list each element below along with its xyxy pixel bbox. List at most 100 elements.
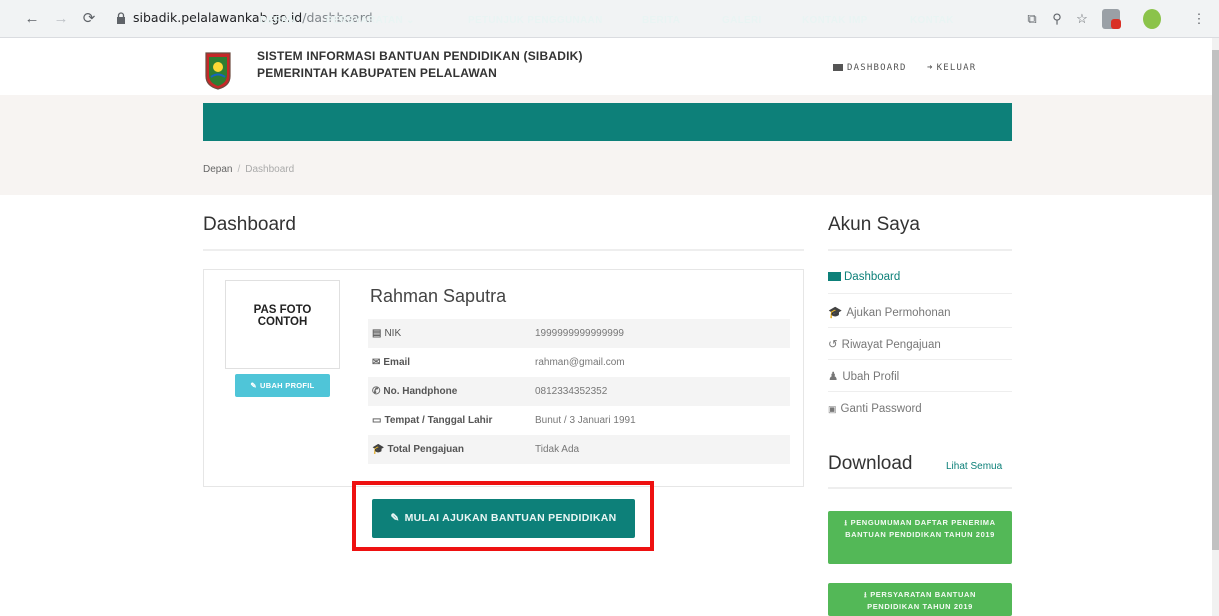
profile-info-table: ▤ NIK 1999999999999999 ✉ Email rahman@gmai… — [368, 319, 790, 464]
see-all-link[interactable]: Lihat Semua — [946, 461, 1002, 472]
nik-value: 1999999999999999 — [535, 328, 624, 339]
site-title-line2: PEMERINTAH KABUPATEN PELALAWAN — [257, 66, 497, 80]
lock-icon: ▣ — [828, 404, 837, 414]
edit-profile-label: UBAH PROFIL — [260, 381, 315, 390]
divider — [828, 391, 1012, 392]
download-icon: ⭳ — [844, 518, 848, 527]
breadcrumb-current: Dashboard — [245, 164, 295, 175]
graduation-cap-icon: 🎓 — [828, 307, 843, 319]
download-title: Download — [828, 453, 913, 474]
start-application-button[interactable]: ✎ MULAI AJUKAN BANTUAN PENDIDIKAN — [372, 499, 635, 538]
divider — [828, 249, 1012, 251]
table-row: ▭ Tempat / Tanggal Lahir Bunut / 3 Januar… — [368, 406, 790, 435]
row-label: 🎓 Total Pengajuan — [372, 444, 464, 455]
table-row: ✉ Email rahman@gmail.com — [368, 348, 790, 377]
divider — [203, 249, 804, 251]
sidebar-item-label: Ganti Password — [840, 403, 922, 415]
menu-item-petunjuk[interactable]: PETUNJUK PENGGUNAAN — [468, 15, 603, 26]
email-label: Email — [383, 357, 411, 368]
profile-photo: PAS FOTO CONTOH — [225, 280, 340, 369]
dashboard-card-icon — [828, 272, 841, 281]
phone-label: No. Handphone — [383, 386, 458, 397]
site-title-line1: SISTEM INFORMASI BANTUAN PENDIDIKAN (SIB… — [257, 49, 583, 63]
pencil-icon: ✎ — [250, 381, 258, 390]
header-dashboard-link[interactable]: DASHBOARD — [833, 63, 907, 73]
table-row: ▤ NIK 1999999999999999 — [368, 319, 790, 348]
download-announcement-button[interactable]: ⭳ PENGUMUMAN DAFTAR PENERIMA BANTUAN PEND… — [828, 511, 1012, 564]
phone-icon: ✆ — [372, 386, 381, 397]
download-label: PERSYARATAN BANTUAN PENDIDIKAN TAHUN 201… — [867, 590, 977, 611]
envelope-icon: ✉ — [372, 357, 381, 368]
user-icon: ♟ — [828, 371, 839, 383]
profile-extension-icon[interactable] — [1143, 9, 1161, 29]
calendar-icon: ▭ — [372, 415, 382, 426]
breadcrumb: Depan / Dashboard — [203, 164, 294, 175]
history-icon: ↺ — [828, 339, 838, 351]
menu-item-kontak-imp[interactable]: KONTAK IMP — [802, 15, 868, 26]
sidebar-item-label: Riwayat Pengajuan — [841, 339, 941, 351]
forward-icon[interactable]: → — [51, 9, 71, 29]
breadcrumb-home[interactable]: Depan — [203, 164, 232, 175]
menu-item-berita[interactable]: BERITA — [642, 15, 680, 26]
phone-value: 0812334352352 — [535, 386, 608, 397]
download-label: PENGUMUMAN DAFTAR PENERIMA BANTUAN PENDI… — [845, 518, 996, 539]
site-title: SISTEM INFORMASI BANTUAN PENDIDIKAN (SIB… — [257, 48, 583, 82]
menu-dots-icon[interactable]: ⋮ — [1190, 10, 1208, 28]
email-value: rahman@gmail.com — [535, 357, 625, 368]
row-label: ▭ Tempat / Tanggal Lahir — [372, 415, 492, 426]
header-dashboard-label: DASHBOARD — [847, 63, 907, 73]
divider — [828, 293, 1012, 294]
breadcrumb-separator: / — [237, 164, 241, 175]
graduation-cap-icon: 🎓 — [372, 444, 385, 455]
edit-square-icon: ✎ — [390, 512, 400, 524]
start-application-label: MULAI AJUKAN BANTUAN PENDIDIKAN — [404, 512, 617, 524]
table-row: ✆ No. Handphone 0812334352352 — [368, 377, 790, 406]
row-label: ✉ Email — [372, 357, 410, 368]
profile-photo-text: PAS FOTO CONTOH — [253, 304, 312, 328]
menu-item-kontak[interactable]: KONTAK — [910, 15, 954, 26]
row-label: ▤ NIK — [372, 328, 401, 339]
id-card-icon: ▤ — [372, 328, 382, 339]
sidebar-item-edit-profile[interactable]: ♟ Ubah Profil — [828, 369, 899, 383]
menu-item-depan[interactable]: DEPAN — [260, 15, 296, 26]
row-label: ✆ No. Handphone — [372, 386, 457, 397]
reload-icon[interactable]: ⟳ — [79, 9, 99, 29]
sidebar-title: Akun Saya — [828, 214, 920, 235]
menu-item-persyaratan[interactable]: PERSYARATAN ⌄ — [326, 15, 415, 26]
table-row: 🎓 Total Pengajuan Tidak Ada — [368, 435, 790, 464]
lock-icon — [117, 12, 125, 24]
sidebar-item-label: Ajukan Permohonan — [846, 307, 951, 319]
sidebar-item-label: Ubah Profil — [842, 371, 900, 383]
download-icon: ⭳ — [863, 590, 868, 599]
translate-icon[interactable]: ⧉ — [1023, 10, 1041, 28]
header-logout-label: KELUAR — [936, 63, 977, 73]
back-icon[interactable]: ← — [22, 9, 42, 29]
scrollbar-thumb[interactable] — [1212, 50, 1219, 550]
edit-profile-button[interactable]: ✎ UBAH PROFIL — [235, 374, 330, 397]
logout-icon: ➜ — [927, 63, 934, 73]
zoom-icon[interactable]: ⚲ — [1048, 10, 1066, 28]
user-name: Rahman Saputra — [370, 286, 507, 306]
divider — [828, 359, 1012, 360]
total-label: Total Pengajuan — [387, 444, 464, 455]
site-header — [0, 38, 1219, 95]
main-menu — [203, 103, 1012, 141]
sidebar-item-label: Dashboard — [844, 271, 901, 283]
bookmark-star-icon[interactable]: ☆ — [1073, 10, 1091, 28]
sidebar-item-history[interactable]: ↺ Riwayat Pengajuan — [828, 337, 941, 351]
total-value: Tidak Ada — [535, 444, 580, 455]
header-logout-link[interactable]: ➜ KELUAR — [927, 63, 976, 73]
sidebar-item-apply[interactable]: 🎓 Ajukan Permohonan — [828, 305, 951, 319]
sidebar-item-password[interactable]: ▣ Ganti Password — [828, 403, 922, 415]
extension-badge-icon — [1111, 19, 1121, 29]
menu-item-galeri[interactable]: GALERI — [722, 15, 762, 26]
page-title: Dashboard — [203, 214, 296, 235]
download-requirements-button[interactable]: ⭳ PERSYARATAN BANTUAN PENDIDIKAN TAHUN 20… — [828, 583, 1012, 616]
birth-value: Bunut / 3 Januari 1991 — [535, 415, 636, 426]
divider — [828, 327, 1012, 328]
pelalawan-logo[interactable] — [203, 50, 233, 90]
sidebar-item-dashboard[interactable]: Dashboard — [828, 271, 900, 283]
divider — [828, 487, 1012, 489]
dashboard-card-icon — [833, 64, 843, 71]
nik-label: NIK — [384, 328, 402, 339]
